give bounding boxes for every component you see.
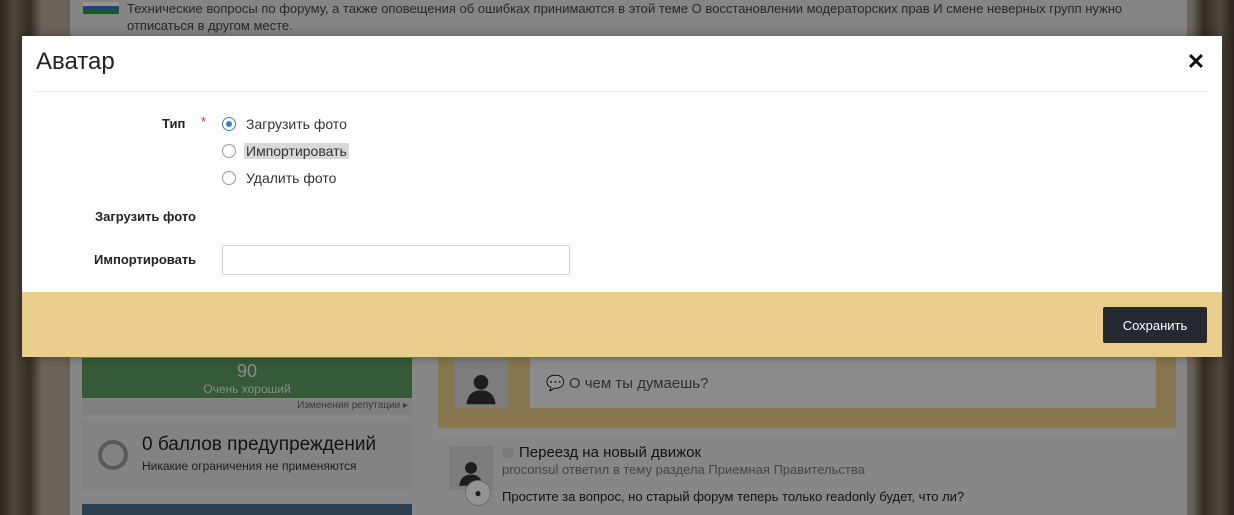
upload-photo-label: Загрузить фото	[95, 209, 196, 224]
import-url-input[interactable]	[222, 245, 570, 275]
type-label: Тип	[162, 116, 186, 131]
radio-label: Загрузить фото	[246, 116, 347, 132]
import-label: Импортировать	[94, 252, 197, 267]
avatar-dialog: Аватар ✕ Тип * Загрузить фото Импортиров…	[22, 36, 1222, 357]
dialog-footer: Сохранить	[22, 292, 1222, 357]
radio-button[interactable]	[222, 171, 236, 185]
required-marker: *	[201, 114, 207, 129]
radio-delete-photo[interactable]: Удалить фото	[222, 169, 336, 187]
dialog-divider	[36, 91, 1208, 92]
radio-button-checked[interactable]	[222, 117, 236, 131]
save-button[interactable]: Сохранить	[1103, 307, 1207, 343]
radio-label: Импортировать	[244, 143, 349, 159]
radio-import[interactable]: Импортировать	[222, 142, 349, 160]
radio-button[interactable]	[222, 144, 236, 158]
radio-label: Удалить фото	[246, 170, 337, 186]
radio-upload-photo[interactable]: Загрузить фото	[222, 115, 347, 133]
close-icon[interactable]: ✕	[1184, 50, 1208, 74]
dialog-title: Аватар	[36, 48, 115, 75]
